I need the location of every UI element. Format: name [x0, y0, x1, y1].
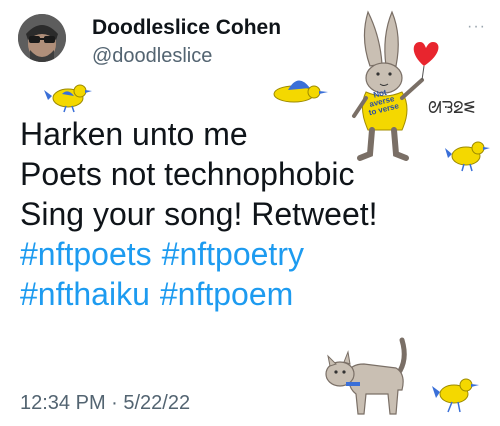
- hashtag-link[interactable]: #nfthaiku: [20, 276, 150, 312]
- author-name[interactable]: Doodleslice Cohen: [92, 16, 281, 40]
- flying-bird-icon: [260, 78, 328, 103]
- cat-doodle: [325, 337, 407, 415]
- avatar[interactable]: [18, 14, 66, 62]
- hashtag-link[interactable]: #nftpoetry: [162, 236, 304, 272]
- author-handle[interactable]: @doodleslice: [92, 45, 212, 68]
- hashtag-row: #nftpoets #nftpoetry: [20, 234, 490, 274]
- more-options-icon[interactable]: ···: [467, 18, 486, 36]
- hashtag-row: #nfthaiku #nftpoem: [20, 274, 490, 314]
- bird-icon: [44, 84, 92, 113]
- hashtag-link[interactable]: #nftpoets: [20, 236, 152, 272]
- bird-icon: [432, 378, 479, 413]
- tweet-line: Harken unto me: [20, 116, 248, 152]
- hashtag-link[interactable]: #nftpoem: [160, 276, 293, 312]
- tweet-line: Poets not technophobic: [20, 156, 355, 192]
- tweet-timestamp[interactable]: 12:34 PM · 5/22/22: [20, 392, 190, 415]
- tweet-text: Harken unto me Poets not technophobic Si…: [20, 114, 490, 314]
- tweet-line: Sing your song! Retweet!: [20, 196, 378, 232]
- avatar-photo: [18, 14, 66, 62]
